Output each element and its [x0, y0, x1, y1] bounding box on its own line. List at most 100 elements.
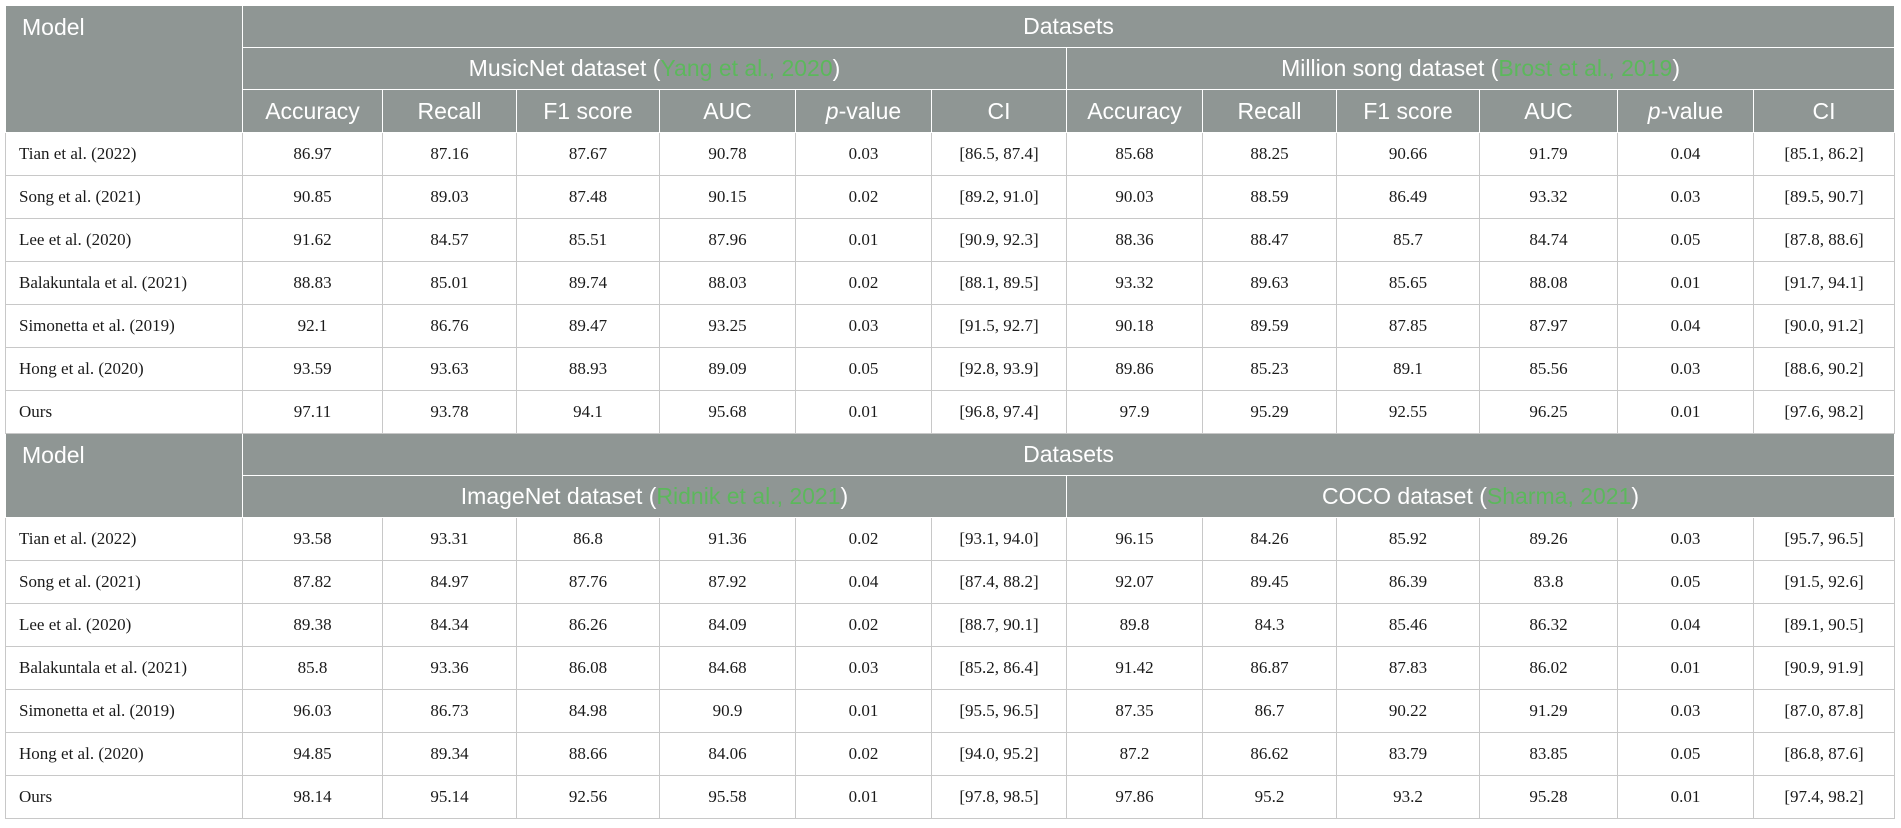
- dataset-group-header: ImageNet dataset (Ridnik et al., 2021): [242, 475, 1067, 518]
- section2-header-row: Model Datasets: [5, 433, 1896, 518]
- value-cell: [93.1, 94.0]: [931, 517, 1067, 561]
- value-cell: 89.63: [1202, 261, 1337, 305]
- model-citation-link[interactable]: Balakuntala et al. (2021): [5, 261, 243, 305]
- value-cell: 87.48: [516, 175, 660, 219]
- model-citation-link[interactable]: Tian et al. (2022): [5, 517, 243, 561]
- pvalue-p: p: [825, 97, 839, 124]
- value-cell: 88.83: [242, 261, 383, 305]
- dataset-name: ImageNet dataset (: [460, 483, 657, 509]
- value-cell: 93.25: [659, 304, 796, 348]
- metric-f1-header: F1 score: [516, 89, 660, 133]
- value-cell: 0.05: [1617, 732, 1754, 776]
- value-cell: 87.85: [1336, 304, 1480, 348]
- dataset-close-paren: ): [1631, 483, 1640, 509]
- value-cell: 88.59: [1202, 175, 1337, 219]
- metric-recall-header: Recall: [382, 89, 517, 133]
- value-cell: 0.01: [1617, 646, 1754, 690]
- value-cell: 85.68: [1066, 132, 1203, 176]
- value-cell: 90.78: [659, 132, 796, 176]
- value-cell: 95.68: [659, 390, 796, 434]
- value-cell: 97.86: [1066, 775, 1203, 819]
- value-cell: 85.8: [242, 646, 383, 690]
- table-row: Hong et al. (2020) 94.85 89.34 88.66 84.06 0.…: [5, 732, 1896, 776]
- value-cell: 0.03: [1617, 689, 1754, 733]
- metric-accuracy-header: Accuracy: [242, 89, 383, 133]
- value-cell: 87.97: [1479, 304, 1618, 348]
- value-cell: 0.04: [1617, 132, 1754, 176]
- value-cell: 86.39: [1336, 560, 1480, 604]
- value-cell: 86.26: [516, 603, 660, 647]
- model-citation-link[interactable]: Lee et al. (2020): [5, 218, 243, 262]
- value-cell: 89.38: [242, 603, 383, 647]
- value-cell: 0.01: [795, 390, 932, 434]
- value-cell: 0.05: [1617, 560, 1754, 604]
- table-row: Ours 98.14 95.14 92.56 95.58 0.01 [97.8, 98.5]…: [5, 775, 1896, 819]
- value-cell: [89.5, 90.7]: [1752, 175, 1896, 219]
- metric-auc-header: AUC: [1479, 89, 1618, 133]
- dataset-citation-link[interactable]: Ridnik et al., 2021: [656, 483, 840, 509]
- value-cell: 0.03: [1617, 175, 1754, 219]
- value-cell: 96.15: [1066, 517, 1203, 561]
- model-citation-link[interactable]: Song et al. (2021): [5, 175, 243, 219]
- model-citation-link[interactable]: Simonetta et al. (2019): [5, 304, 243, 348]
- value-cell: 94.1: [516, 390, 660, 434]
- value-cell: 90.22: [1336, 689, 1480, 733]
- dataset-citation-link[interactable]: Yang et al., 2020: [660, 55, 832, 81]
- metric-ci-header: CI: [1752, 89, 1896, 133]
- value-cell: 85.01: [382, 261, 517, 305]
- value-cell: 89.74: [516, 261, 660, 305]
- value-cell: 84.74: [1479, 218, 1618, 262]
- dataset-citation-link[interactable]: Brost et al., 2019: [1498, 55, 1672, 81]
- table-row: Tian et al. (2022) 86.97 87.16 87.67 90.78 0.…: [5, 132, 1896, 176]
- value-cell: 83.8: [1479, 560, 1618, 604]
- value-cell: [91.5, 92.7]: [931, 304, 1067, 348]
- model-citation-link[interactable]: Balakuntala et al. (2021): [5, 646, 243, 690]
- value-cell: [87.0, 87.8]: [1752, 689, 1896, 733]
- value-cell: [97.8, 98.5]: [931, 775, 1067, 819]
- section2-dataset-row: ImageNet dataset (Ridnik et al., 2021) CO…: [6, 475, 1896, 518]
- dataset-group-header: Million song dataset (Brost et al., 2019…: [1065, 47, 1896, 90]
- value-cell: 0.05: [1617, 218, 1754, 262]
- model-citation-link[interactable]: Hong et al. (2020): [5, 347, 243, 391]
- value-cell: [94.0, 95.2]: [931, 732, 1067, 776]
- value-cell: 84.68: [659, 646, 796, 690]
- table-row: Hong et al. (2020) 93.59 93.63 88.93 89.09 0.…: [5, 347, 1896, 391]
- value-cell: 86.73: [382, 689, 517, 733]
- table-row: Lee et al. (2020) 91.62 84.57 85.51 87.96 0.0…: [5, 218, 1896, 262]
- value-cell: 88.47: [1202, 218, 1337, 262]
- section1-header-row: Model Datasets: [5, 5, 1896, 133]
- value-cell: 85.65: [1336, 261, 1480, 305]
- pvalue-suffix: -value: [1660, 97, 1724, 124]
- value-cell: 85.46: [1336, 603, 1480, 647]
- value-cell: [95.7, 96.5]: [1752, 517, 1896, 561]
- value-cell: 84.26: [1202, 517, 1337, 561]
- value-cell: 86.8: [516, 517, 660, 561]
- model-citation-link[interactable]: Hong et al. (2020): [5, 732, 243, 776]
- value-cell: [87.8, 88.6]: [1752, 218, 1896, 262]
- value-cell: 95.29: [1202, 390, 1337, 434]
- value-cell: 95.28: [1479, 775, 1618, 819]
- value-cell: [97.6, 98.2]: [1752, 390, 1896, 434]
- value-cell: 89.34: [382, 732, 517, 776]
- value-cell: 87.83: [1336, 646, 1480, 690]
- value-cell: 0.03: [795, 646, 932, 690]
- dataset-name: MusicNet dataset (: [468, 55, 661, 81]
- table-row: Lee et al. (2020) 89.38 84.34 86.26 84.09 0.0…: [5, 603, 1896, 647]
- value-cell: 0.02: [795, 517, 932, 561]
- value-cell: 90.03: [1066, 175, 1203, 219]
- value-cell: 85.23: [1202, 347, 1337, 391]
- model-citation-link[interactable]: Lee et al. (2020): [5, 603, 243, 647]
- value-cell: [87.4, 88.2]: [931, 560, 1067, 604]
- table-row: Song et al. (2021) 87.82 84.97 87.76 87.92 0.…: [5, 560, 1896, 604]
- dataset-close-paren: ): [832, 55, 841, 81]
- value-cell: 0.01: [1617, 775, 1754, 819]
- dataset-citation-link[interactable]: Sharma, 2021: [1487, 483, 1631, 509]
- model-citation-link[interactable]: Song et al. (2021): [5, 560, 243, 604]
- value-cell: 90.18: [1066, 304, 1203, 348]
- table-row: Simonetta et al. (2019) 96.03 86.73 84.98 90…: [5, 689, 1896, 733]
- model-citation-link[interactable]: Tian et al. (2022): [5, 132, 243, 176]
- value-cell: 89.86: [1066, 347, 1203, 391]
- value-cell: 0.02: [795, 603, 932, 647]
- value-cell: 93.32: [1479, 175, 1618, 219]
- model-citation-link[interactable]: Simonetta et al. (2019): [5, 689, 243, 733]
